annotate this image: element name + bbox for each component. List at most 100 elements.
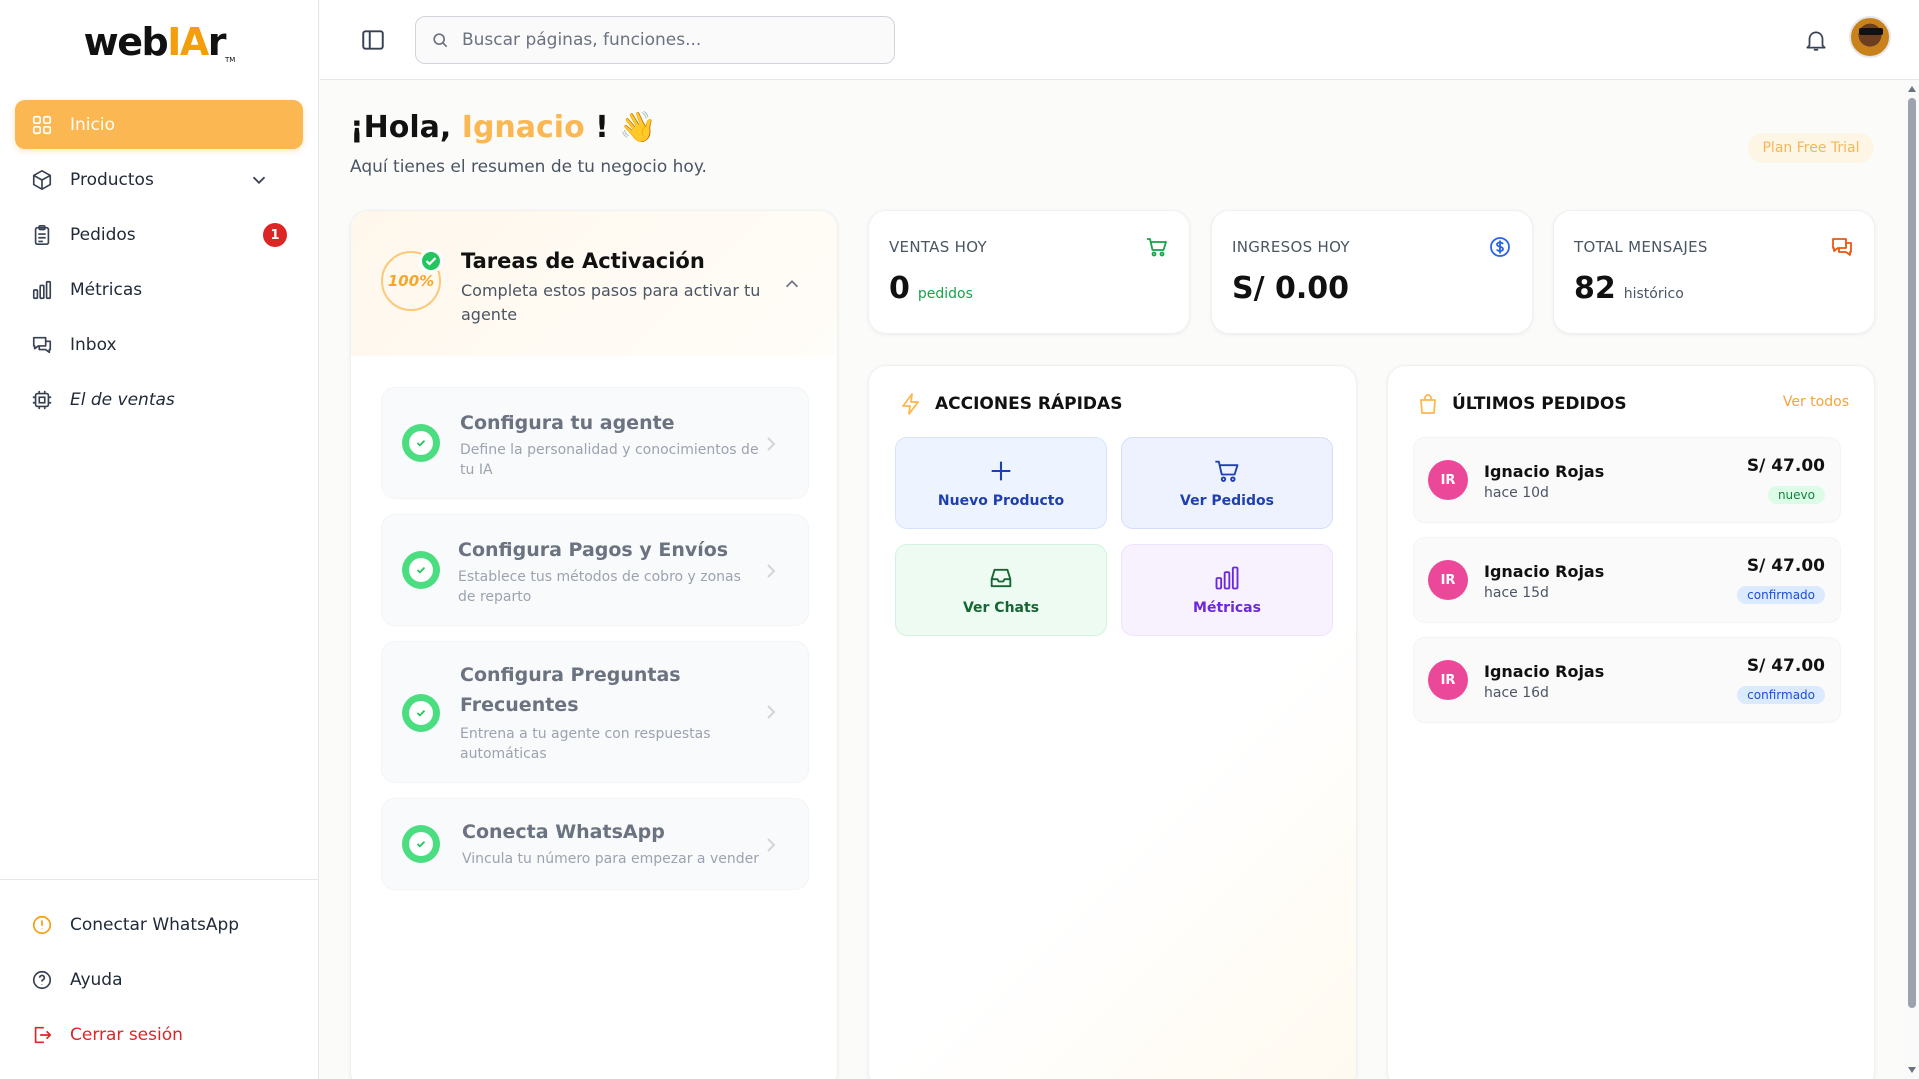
scrollbar-thumb[interactable] [1908, 98, 1916, 1008]
status-badge: confirmado [1737, 586, 1825, 604]
check-circle-icon [402, 825, 440, 863]
activation-title: Tareas de Activación [461, 249, 705, 273]
sidebar-item-metricas[interactable]: Métricas [15, 265, 303, 314]
chevron-up-icon[interactable] [781, 273, 803, 295]
stat-number: S/ 0.00 [1232, 271, 1350, 306]
sidebar-toggle-icon[interactable] [360, 27, 386, 53]
stat-number: 82 [1574, 271, 1616, 306]
sidebar-item-inbox[interactable]: Inbox [15, 320, 303, 369]
order-amount: S/ 47.00 [1746, 656, 1825, 676]
status-badge: nuevo [1767, 486, 1825, 504]
sidebar-item-label: Productos [70, 169, 154, 190]
sidebar-item-productos[interactable]: Productos [15, 155, 303, 204]
sidebar-bottom: Conectar WhatsApp Ayuda Cerrar sesión [15, 900, 303, 1065]
stat-card-messages: TOTAL MENSAJES 82 histórico [1553, 210, 1875, 334]
sidebar-divider [0, 879, 319, 880]
search-placeholder: Buscar páginas, funciones... [462, 30, 702, 50]
customer-name: Ignacio Rojas [1484, 462, 1605, 481]
box-icon [32, 169, 52, 190]
metrics-button[interactable]: Métricas [1121, 544, 1333, 636]
chat-icon [1832, 238, 1852, 256]
task-configure-agent[interactable]: Configura tu agente Define la personalid… [381, 387, 809, 499]
scrollbar[interactable] [1905, 80, 1919, 1079]
scroll-down-arrow[interactable] [1908, 1067, 1916, 1073]
new-product-button[interactable]: Nuevo Producto [895, 437, 1107, 529]
sidebar-item-label: Métricas [70, 279, 143, 300]
bar-chart-icon [32, 280, 52, 299]
sidebar-item-label: Inicio [70, 114, 115, 135]
scroll-up-arrow[interactable] [1908, 86, 1916, 92]
task-desc: Vincula tu número para empezar a vender [462, 851, 759, 867]
view-chats-button[interactable]: Ver Chats [895, 544, 1107, 636]
section-title: ACCIONES RÁPIDAS [899, 392, 1122, 416]
task-configure-payments[interactable]: Configura Pagos y Envíos Establece tus m… [381, 514, 809, 626]
logo-text: web [83, 20, 169, 64]
stat-value: 0 pedidos [889, 271, 973, 306]
sidebar: webIArTM Inicio Productos Pedidos 1 Métr… [0, 0, 319, 1079]
customer-avatar: IR [1428, 560, 1468, 600]
action-label: Ver Chats [962, 600, 1040, 616]
activation-header[interactable]: 100% Tareas de Activación Completa estos… [351, 211, 837, 356]
task-desc: Entrena a tu agente con respuestas autom… [460, 726, 711, 762]
plan-badge[interactable]: Plan Free Trial [1748, 133, 1874, 163]
wave-emoji: 👋 [619, 110, 657, 145]
sidebar-item-inicio[interactable]: Inicio [15, 100, 303, 149]
sidebar-bottom-label: Conectar WhatsApp [70, 914, 240, 935]
avatar[interactable] [1849, 16, 1891, 58]
sidebar-item-label: Pedidos [70, 224, 136, 245]
order-amount: S/ 47.00 [1746, 556, 1825, 576]
activation-card: 100% Tareas de Activación Completa estos… [350, 210, 838, 1079]
order-amount: S/ 47.00 [1746, 456, 1825, 476]
sidebar-nav: Inicio Productos Pedidos 1 Métricas Inbo… [15, 100, 303, 430]
see-all-link[interactable]: Ver todos [1783, 394, 1849, 410]
check-circle-icon [402, 551, 440, 589]
connect-whatsapp-link[interactable]: Conectar WhatsApp [15, 900, 303, 949]
chevron-down-icon[interactable] [248, 169, 270, 191]
stat-number: 0 [889, 271, 910, 306]
notification-badge: 1 [263, 223, 287, 247]
section-title: ÚLTIMOS PEDIDOS [1416, 392, 1627, 416]
status-badge: confirmado [1737, 686, 1825, 704]
brand-logo[interactable]: webIArTM [0, 20, 319, 64]
view-orders-button[interactable]: Ver Pedidos [1121, 437, 1333, 529]
check-circle-icon [402, 424, 440, 462]
chat-icon [32, 336, 52, 353]
latest-orders-card: ÚLTIMOS PEDIDOS Ver todos IR Ignacio Roj… [1387, 365, 1875, 1079]
section-title-text: ÚLTIMOS PEDIDOS [1452, 394, 1627, 414]
task-configure-faq[interactable]: Configura Preguntas Frecuentes Entrena a… [381, 641, 809, 783]
order-item[interactable]: IR Ignacio Rojas hace 10d S/ 47.00 nuevo [1413, 437, 1841, 523]
help-link[interactable]: Ayuda [15, 955, 303, 1004]
greeting-prefix: ¡Hola, [350, 110, 452, 145]
chevron-right-icon [767, 564, 776, 578]
logo-trademark: TM [225, 56, 236, 64]
order-item[interactable]: IR Ignacio Rojas hace 16d S/ 47.00 confi… [1413, 637, 1841, 723]
section-title-text: ACCIONES RÁPIDAS [935, 394, 1123, 414]
sidebar-bottom-label: Cerrar sesión [70, 1024, 183, 1045]
task-connect-whatsapp[interactable]: Conecta WhatsApp Vincula tu número para … [381, 798, 809, 890]
sidebar-item-pedidos[interactable]: Pedidos 1 [15, 210, 303, 259]
stat-card-sales: VENTAS HOY 0 pedidos [868, 210, 1190, 334]
shopping-bag-icon [1420, 394, 1436, 414]
logout-icon [34, 1026, 52, 1043]
grid-icon [32, 115, 52, 134]
chevron-right-icon [767, 838, 776, 852]
task-title: Configura Pagos y Envíos [458, 539, 729, 561]
action-label: Nuevo Producto [937, 493, 1065, 509]
order-time: hace 15d [1484, 585, 1549, 601]
logout-button[interactable]: Cerrar sesión [15, 1010, 303, 1059]
order-item[interactable]: IR Ignacio Rojas hace 15d S/ 47.00 confi… [1413, 537, 1841, 623]
task-desc: Define la personalidad y conocimientos d… [460, 442, 759, 478]
action-label: Métricas [1193, 600, 1261, 616]
bolt-icon [902, 393, 919, 415]
bell-icon[interactable] [1803, 27, 1829, 53]
chevron-right-icon [767, 705, 776, 719]
customer-name: Ignacio Rojas [1484, 662, 1605, 681]
logo-accent: IA [167, 20, 209, 64]
search-input[interactable]: Buscar páginas, funciones... [415, 16, 895, 64]
task-title: Configura Preguntas Frecuentes [460, 664, 681, 716]
quick-actions-card: ACCIONES RÁPIDAS Nuevo Producto Ver Pedi… [868, 365, 1357, 1079]
clipboard-icon [34, 224, 50, 245]
stat-unit: histórico [1623, 286, 1684, 302]
topbar: Buscar páginas, funciones... [320, 0, 1919, 80]
sidebar-item-el-de-ventas[interactable]: El de ventas [15, 375, 303, 424]
